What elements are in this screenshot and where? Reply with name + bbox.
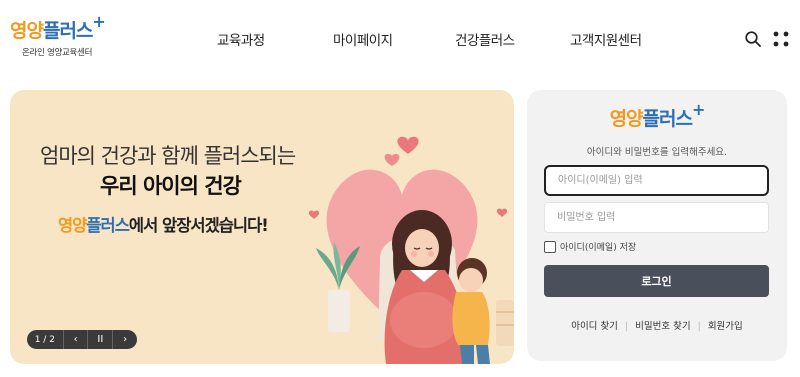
login-logo-part2: 플러스 <box>642 108 693 130</box>
login-logo: 영양플러스+ <box>527 100 787 131</box>
grid-menu-icon[interactable] <box>772 30 790 48</box>
link-divider: | <box>697 321 701 332</box>
small-heart-icon <box>384 153 400 166</box>
login-button[interactable]: 로그인 <box>544 265 769 297</box>
next-slide-button[interactable]: › <box>112 330 137 349</box>
nav-item-mypage[interactable]: 마이페이지 <box>333 29 393 49</box>
logo-plus-mark: + <box>92 12 105 31</box>
banner-brand-1: 영양 <box>58 216 87 235</box>
logo-text-part1: 영양 <box>10 20 44 42</box>
logo-wordmark: 영양플러스+ <box>10 12 106 43</box>
banner-headline-2: 우리 아이의 건강 <box>100 174 242 198</box>
pause-slide-button[interactable]: II <box>87 330 112 349</box>
login-logo-part1: 영양 <box>609 108 644 130</box>
save-id-checkbox[interactable] <box>544 240 556 253</box>
prev-slide-button[interactable]: ‹ <box>62 330 88 349</box>
main-banner[interactable]: 엄마의 건강과 함께 플러스되는 우리 아이의 건강 영양플러스에서 앞장서겠습… <box>10 90 514 364</box>
banner-tagline-rest: 에서 앞장서겠습니다! <box>128 216 269 235</box>
find-password-link[interactable]: 비밀번호 찾기 <box>635 321 690 332</box>
nav-item-support[interactable]: 고객지원센터 <box>570 29 642 49</box>
nav-item-health-plus[interactable]: 건강플러스 <box>455 29 515 49</box>
slide-counter: 1 / 2 <box>34 334 55 345</box>
login-panel: 영양플러스+ 아이디와 비밀번호를 입력해주세요. 아이디(이메일) 저장 로그… <box>527 90 787 361</box>
logo-subtitle: 온라인 영양교육센터 <box>22 48 93 58</box>
mother-child-illustration <box>308 136 514 364</box>
banner-slider-controls: 1 / 2 ‹ II › <box>27 330 137 349</box>
find-id-link[interactable]: 아이디 찾기 <box>571 321 618 332</box>
banner-tagline: 영양플러스에서 앞장서겠습니다! <box>58 212 269 236</box>
logo-text-part2: 플러스 <box>42 20 93 42</box>
login-logo-plus: + <box>692 100 705 119</box>
login-links: 아이디 찾기 | 비밀번호 찾기 | 회원가입 <box>527 318 787 332</box>
signup-link[interactable]: 회원가입 <box>708 321 743 332</box>
login-description: 아이디와 비밀번호를 입력해주세요. <box>586 147 728 158</box>
save-id-row: 아이디(이메일) 저장 <box>544 240 636 253</box>
link-divider: | <box>624 321 629 332</box>
banner-brand-2: 플러스 <box>86 216 130 235</box>
small-heart-icon <box>496 208 508 217</box>
search-icon[interactable] <box>744 30 762 48</box>
password-input[interactable] <box>544 202 769 233</box>
nav-item-courses[interactable]: 교육과정 <box>217 29 265 49</box>
site-logo[interactable]: 영양플러스+ 온라인 영양교육센터 <box>10 12 106 60</box>
small-heart-icon <box>397 136 419 154</box>
save-id-label[interactable]: 아이디(이메일) 저장 <box>560 240 636 253</box>
id-input[interactable] <box>544 165 769 196</box>
small-heart-icon <box>308 210 320 219</box>
site-header: 영양플러스+ 온라인 영양교육센터 교육과정 마이페이지 건강플러스 고객지원센… <box>0 0 800 78</box>
banner-headline-1: 엄마의 건강과 함께 플러스되는 <box>40 144 296 168</box>
